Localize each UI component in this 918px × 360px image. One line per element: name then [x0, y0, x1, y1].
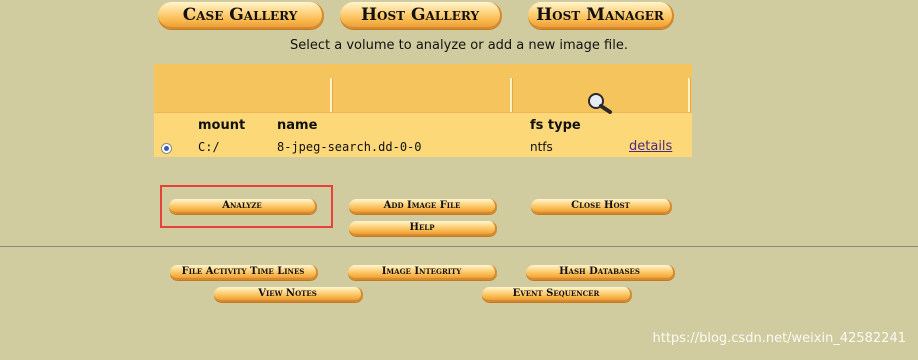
volume-radio-button[interactable]	[161, 143, 172, 154]
tab-case-gallery[interactable]: Case Gallery	[158, 2, 324, 29]
close-host-button[interactable]: Close Host	[531, 199, 672, 214]
tab-host-gallery[interactable]: Host Gallery	[340, 2, 502, 29]
analyze-highlight-box	[160, 185, 333, 228]
watermark-text: https://blog.csdn.net/weixin_42582241	[652, 331, 906, 346]
event-sequencer-button[interactable]: Event Sequencer	[482, 287, 632, 302]
hash-databases-button[interactable]: Hash Databases	[526, 265, 675, 280]
volume-fs-type: ntfs	[530, 140, 553, 154]
tab-host-manager[interactable]: Host Manager	[528, 2, 674, 29]
column-header-name: name	[277, 118, 318, 133]
instruction-text: Select a volume to analyze or add a new …	[290, 38, 628, 53]
column-header-fs-type: fs type	[530, 118, 581, 133]
magnifier-icon	[588, 93, 612, 114]
volume-mount: C:/	[198, 140, 220, 154]
section-divider	[0, 246, 918, 247]
view-notes-button[interactable]: View Notes	[214, 287, 363, 302]
add-image-file-button[interactable]: Add Image File	[349, 199, 497, 214]
tab-divider	[510, 78, 513, 112]
image-integrity-button[interactable]: Image Integrity	[348, 265, 497, 280]
volume-name: 8-jpeg-search.dd-0-0	[277, 140, 422, 154]
tab-divider	[688, 78, 691, 112]
column-header-mount: mount	[198, 118, 246, 133]
tab-divider	[330, 78, 333, 112]
help-button[interactable]: Help	[349, 221, 497, 236]
details-link[interactable]: details	[629, 139, 672, 154]
file-activity-time-lines-button[interactable]: File Activity Time Lines	[170, 265, 318, 280]
